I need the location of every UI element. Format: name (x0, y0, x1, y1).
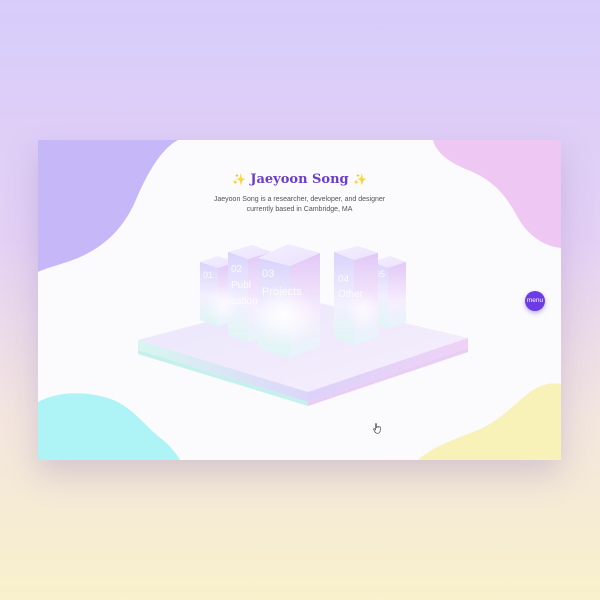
box-03[interactable]: 03 Projects (250, 244, 320, 358)
box-02-number: 02 (231, 264, 243, 275)
box-04-number: 04 (338, 274, 350, 285)
title-text: Jaeyoon Song (250, 172, 349, 187)
sparkle-left-icon: ✨ (232, 173, 246, 186)
isometric-scene: 01 05 02 Publ cation 04 Other 03 Project… (138, 244, 468, 406)
box-01-number: 01 (203, 270, 213, 280)
box-03-number: 03 (262, 268, 274, 280)
sparkle-right-icon: ✨ (353, 173, 367, 186)
box-03-label: Projects (262, 286, 302, 298)
page-title: ✨ Jaeyoon Song ✨ (38, 172, 561, 187)
menu-button[interactable]: menu (525, 291, 545, 311)
main-card: 01 05 02 Publ cation 04 Other 03 Project… (38, 140, 561, 460)
hand-pointer-icon (373, 423, 381, 434)
description-line-1: Jaeyoon Song is a researcher, developer,… (213, 196, 386, 203)
description-line-2: currently based in Cambridge, MA (246, 206, 353, 213)
site-description: Jaeyoon Song is a researcher, developer,… (38, 195, 561, 215)
